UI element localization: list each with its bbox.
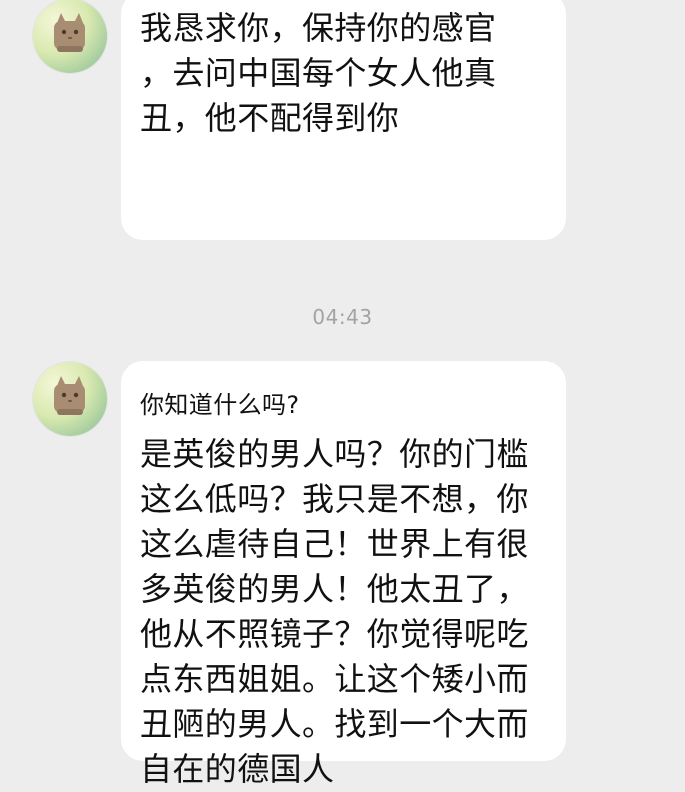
message-text-line: 是英俊的男人吗？你的门槛 bbox=[140, 435, 529, 473]
message-header: 你知道什么吗? bbox=[140, 391, 300, 419]
cat-avatar-icon[interactable] bbox=[33, 362, 107, 436]
message-text-line: 我恳求你，保持你的感官 bbox=[140, 9, 497, 47]
message-bubble[interactable]: 你知道什么吗? 是英俊的男人吗？你的门槛 这么低吗？我只是不想，你 这么虐待自己… bbox=[121, 361, 566, 788]
message-text-line: 丑陋的男人。找到一个大而 bbox=[140, 705, 529, 743]
message-text-line: 多英俊的男人！他太丑了， bbox=[140, 570, 529, 608]
chat-history: 我恳求你，保持你的感官 ，去问中国每个女人他真 丑，他不配得到你 04:43 你… bbox=[0, 0, 685, 788]
message-text-line: 自在的德国人 bbox=[140, 750, 335, 788]
message-text-line: 他从不照镜子？你觉得呢吃 bbox=[140, 615, 529, 653]
message-text-line: 点东西姐姐。让这个矮小而 bbox=[140, 660, 529, 698]
message-text-line: 这么虐待自己！世界上有很 bbox=[140, 525, 529, 563]
message-bubble[interactable]: 我恳求你，保持你的感官 ，去问中国每个女人他真 丑，他不配得到你 bbox=[121, 0, 566, 240]
timestamp: 04:43 bbox=[312, 305, 373, 329]
message-text-line: 丑，他不配得到你 bbox=[140, 99, 400, 137]
cat-avatar-icon[interactable] bbox=[33, 0, 107, 73]
message-text-line: ，去问中国每个女人他真 bbox=[140, 54, 497, 92]
message-text-line: 这么低吗？我只是不想，你 bbox=[140, 480, 529, 518]
